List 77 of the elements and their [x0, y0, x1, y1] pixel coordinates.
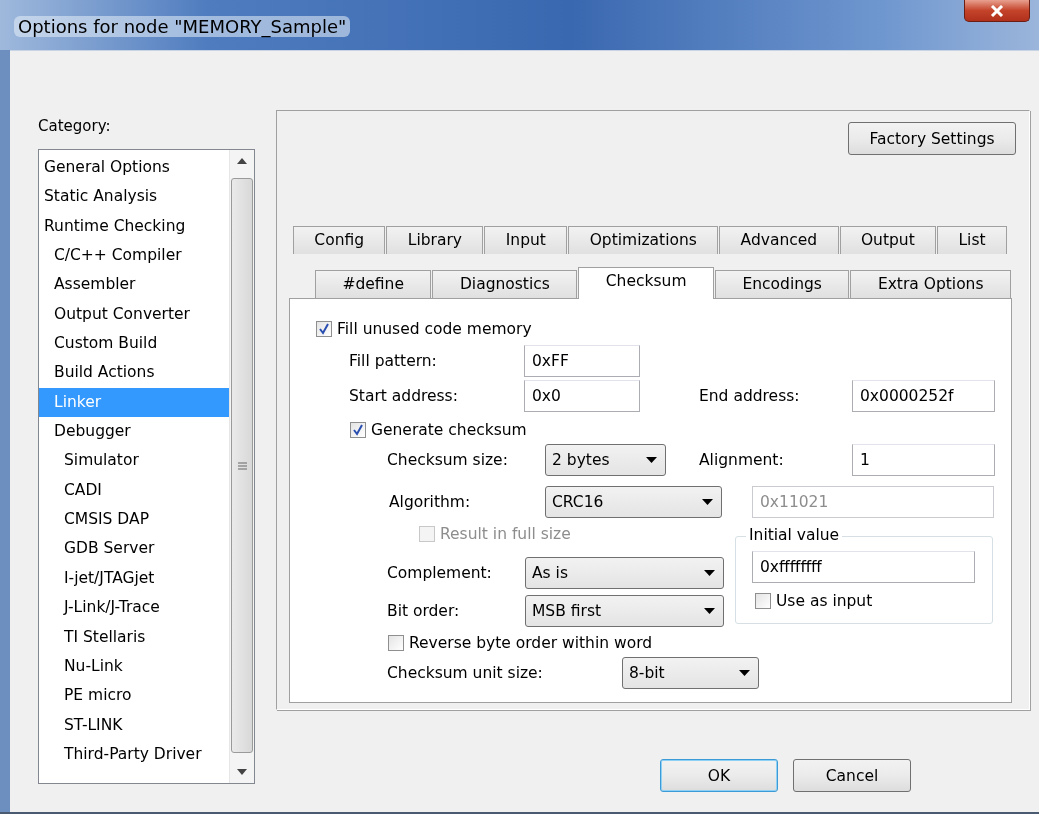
caret-icon [646, 457, 657, 463]
category-item[interactable]: Third-Party Driver [39, 739, 229, 770]
tab[interactable]: Library [386, 226, 484, 254]
scrollbar[interactable] [229, 150, 254, 783]
field-label: Bit order: [387, 602, 461, 620]
grip-icon [237, 461, 247, 470]
category-item[interactable]: CADI [39, 475, 229, 506]
tab[interactable]: Config [293, 226, 386, 254]
caret-icon [739, 670, 750, 676]
category-item[interactable]: PE micro [39, 681, 229, 711]
field-label: Alignment: [699, 451, 785, 469]
dialog-button[interactable]: OK [660, 759, 778, 792]
category-item[interactable]: Debugger [39, 417, 229, 447]
tab[interactable]: #define [315, 270, 432, 298]
category-item[interactable]: Custom Build [39, 329, 229, 359]
category-item[interactable]: Output Converter [39, 299, 229, 330]
close-icon [990, 4, 1004, 17]
tab[interactable]: Input [484, 226, 568, 254]
checkbox[interactable] [388, 635, 404, 651]
field-label: Start address: [349, 387, 459, 405]
category-item[interactable]: Build Actions [39, 358, 229, 388]
category-item[interactable]: TI Stellaris [39, 622, 229, 652]
field-label: Fill pattern: [349, 352, 438, 370]
field-label: Checksum size: [387, 451, 509, 469]
checkbox[interactable] [316, 321, 332, 337]
caret-icon [704, 608, 715, 614]
dropdown[interactable]: MSB first [525, 595, 724, 627]
checkbox[interactable] [350, 422, 366, 438]
factory-settings-button[interactable]: Factory Settings [848, 122, 1016, 155]
checkbox-label: Reverse byte order within word [409, 634, 653, 652]
field-label: End address: [699, 387, 801, 405]
dropdown[interactable]: 2 bytes [545, 444, 666, 476]
category-label: Category: [38, 117, 112, 137]
scroll-thumb[interactable] [231, 178, 253, 753]
category-item[interactable]: GDB Server [39, 534, 229, 564]
caret-icon [704, 570, 715, 576]
category-item[interactable]: C/C++ Compiler [39, 241, 229, 271]
field-label: Algorithm: [389, 493, 472, 511]
category-item[interactable]: Static Analysis [39, 182, 229, 212]
tab[interactable]: Checksum [578, 267, 714, 299]
tab[interactable]: List [937, 226, 1007, 254]
dropdown[interactable]: CRC16 [545, 486, 722, 518]
category-item[interactable]: Runtime Checking [39, 211, 229, 242]
category-item[interactable]: Assembler [39, 270, 229, 300]
category-item[interactable]: ST-LINK [39, 710, 229, 740]
window-title: Options for node "MEMORY_Sample" [14, 16, 351, 37]
checkbox[interactable] [755, 593, 771, 609]
category-item[interactable]: J-Link/J-Trace [39, 593, 229, 623]
text-field[interactable]: 0xFF [524, 345, 640, 377]
tab[interactable]: Extra Options [850, 270, 1011, 298]
field-label: Complement: [387, 564, 493, 582]
checkbox-label: Result in full size [440, 525, 571, 543]
checkbox-label: Fill unused code memory [337, 320, 532, 338]
text-field[interactable]: 1 [852, 444, 995, 476]
text-field[interactable]: 0x0 [524, 380, 640, 412]
category-item[interactable]: Nu-Link [39, 651, 229, 682]
tab[interactable]: Diagnostics [432, 270, 578, 298]
category-item[interactable]: General Options [39, 153, 229, 183]
tab[interactable]: Output [839, 226, 937, 254]
tab[interactable]: Advanced [719, 226, 839, 254]
text-field[interactable]: 0xffffffff [752, 551, 975, 583]
scroll-up-icon[interactable] [237, 158, 247, 164]
checkbox-label: Generate checksum [371, 421, 527, 439]
category-item[interactable]: CMSIS DAP [39, 505, 229, 535]
dropdown[interactable]: As is [525, 557, 724, 589]
scroll-down-icon[interactable] [237, 769, 247, 775]
tab[interactable]: Optimizations [568, 226, 719, 254]
category-item[interactable]: I-jet/JTAGjet [39, 563, 229, 594]
text-field[interactable]: 0x0000252f [852, 380, 995, 412]
tab[interactable]: Encodings [714, 270, 850, 298]
dropdown[interactable]: 8-bit [622, 657, 759, 689]
category-item[interactable]: Simulator [39, 446, 229, 476]
caret-icon [702, 499, 713, 505]
checkbox-label: Use as input [776, 592, 873, 610]
close-button[interactable] [964, 0, 1030, 22]
field-label: Checksum unit size: [387, 664, 544, 682]
dialog-button[interactable]: Cancel [793, 759, 911, 792]
